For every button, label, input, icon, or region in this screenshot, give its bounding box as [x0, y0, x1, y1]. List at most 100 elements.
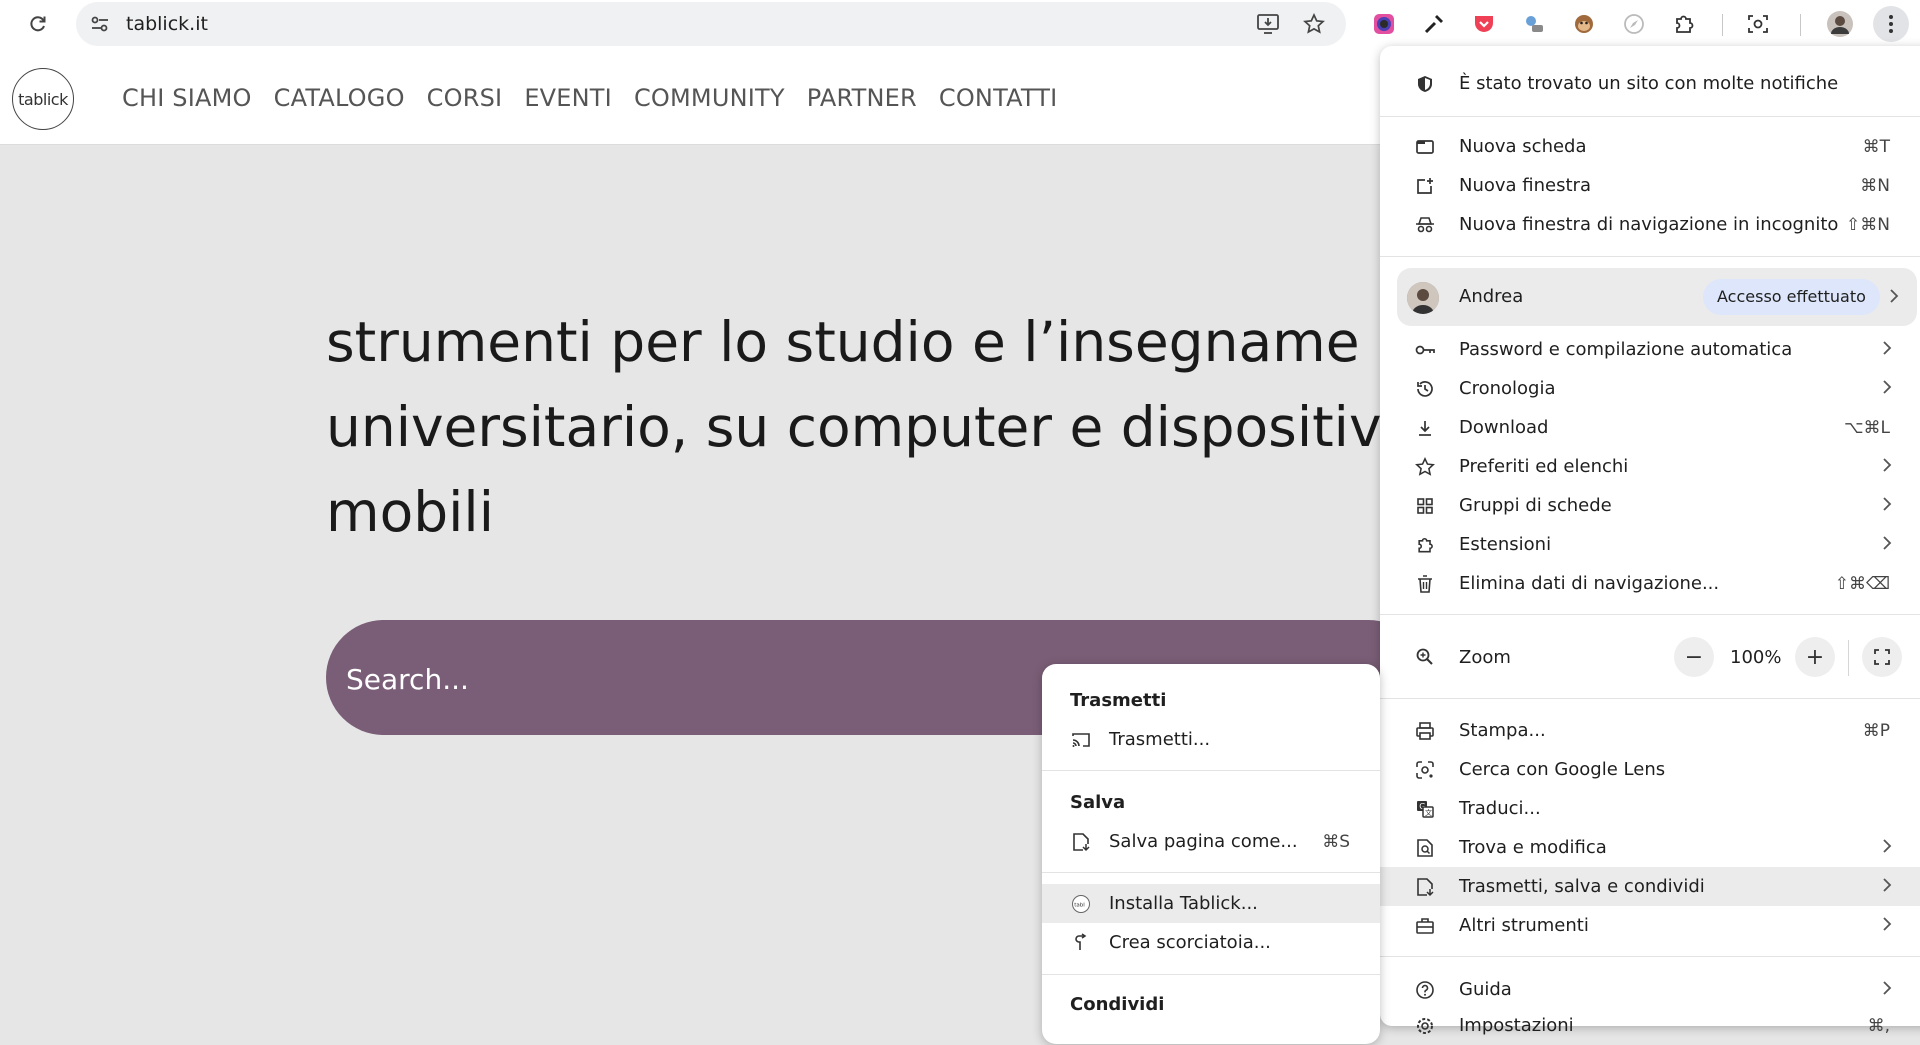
chrome-main-menu: È stato trovato un sito con molte notifi… — [1380, 46, 1920, 1036]
menu-item-extensions[interactable]: Estensioni — [1380, 525, 1920, 564]
url-text[interactable]: tablick.it — [126, 13, 208, 35]
extension-user-icon[interactable] — [1518, 8, 1550, 40]
bookmark-star-icon[interactable] — [1298, 8, 1330, 40]
compass-extension-icon[interactable] — [1618, 8, 1650, 40]
trash-icon — [1414, 573, 1436, 595]
monkey-extension-icon[interactable] — [1568, 8, 1600, 40]
submenu-item-save-page[interactable]: Salva pagina come... ⌘S — [1042, 822, 1380, 861]
menu-item-tab-groups[interactable]: Gruppi di schede — [1380, 486, 1920, 525]
chrome-menu-button[interactable] — [1873, 6, 1909, 42]
menu-item-google-lens[interactable]: Cerca con Google Lens — [1380, 750, 1920, 789]
profile-row[interactable]: Andrea Accesso effettuato — [1397, 268, 1917, 326]
menu-item-label: Guida — [1459, 979, 1512, 1000]
download-icon — [1414, 417, 1436, 439]
submenu-item-cast[interactable]: Trasmetti... — [1042, 720, 1380, 759]
menu-item-settings[interactable]: Impostazioni ⌘, — [1380, 1006, 1920, 1045]
submenu-header-cast: Trasmetti — [1070, 690, 1167, 711]
menu-item-download[interactable]: Download ⌥⌘L — [1380, 408, 1920, 447]
install-app-icon[interactable] — [1252, 8, 1284, 40]
address-bar[interactable]: tablick.it — [76, 2, 1346, 46]
toolbar-separator — [1800, 14, 1801, 36]
menu-separator — [1380, 956, 1920, 957]
nav-catalogo[interactable]: CATALOGO — [274, 84, 405, 112]
svg-text:tabl: tabl — [1074, 903, 1085, 909]
chevron-right-icon — [1882, 496, 1892, 512]
zoom-out-button[interactable]: − — [1674, 637, 1714, 677]
menu-item-label: Preferiti ed elenchi — [1459, 456, 1629, 477]
nav-eventi[interactable]: EVENTI — [524, 84, 612, 112]
menu-item-shortcut: ⇧⌘N — [1846, 214, 1890, 235]
search-input[interactable] — [344, 650, 1048, 708]
new-tab-icon — [1414, 136, 1436, 158]
menu-item-label: Traduci... — [1459, 798, 1541, 819]
profile-avatar-icon[interactable] — [1824, 8, 1856, 40]
menu-item-help[interactable]: Guida — [1380, 970, 1920, 1009]
menu-item-label: Nuova finestra di navigazione in incogni… — [1459, 214, 1839, 235]
submenu-item-install[interactable]: tabl Installa Tablick... — [1042, 884, 1380, 923]
cast-icon — [1070, 729, 1092, 751]
history-icon — [1414, 378, 1436, 400]
menu-item-find-edit[interactable]: Trova e modifica — [1380, 828, 1920, 867]
menu-item-passwords[interactable]: Password e compilazione automatica — [1380, 330, 1920, 369]
lens-icon — [1414, 759, 1436, 781]
submenu-separator — [1042, 974, 1380, 975]
zoom-in-button[interactable]: + — [1795, 637, 1835, 677]
chevron-right-icon — [1882, 340, 1892, 356]
menu-item-shortcut: ⌘, — [1867, 1015, 1890, 1036]
cast-save-share-submenu: Trasmetti Trasmetti... Salva Salva pagin… — [1042, 664, 1380, 1044]
menu-item-shortcut: ⇧⌘⌫ — [1834, 573, 1890, 594]
menu-item-incognito[interactable]: Nuova finestra di navigazione in incogni… — [1380, 205, 1920, 244]
reload-button[interactable] — [20, 6, 56, 42]
zoom-divider — [1848, 640, 1849, 676]
menu-item-label: Estensioni — [1459, 534, 1552, 555]
nav-partner[interactable]: PARTNER — [807, 84, 917, 112]
chevron-right-icon — [1882, 457, 1892, 473]
color-extension-icon[interactable] — [1368, 8, 1400, 40]
submenu-item-shortcut: ⌘S — [1322, 832, 1350, 852]
notice-label: È stato trovato un sito con molte notifi… — [1459, 73, 1839, 94]
zoom-icon — [1414, 646, 1436, 668]
hero-heading: strumenti per lo studio e l’insegname un… — [326, 300, 1382, 555]
chevron-right-icon — [1882, 877, 1892, 893]
nav-community[interactable]: COMMUNITY — [634, 84, 785, 112]
submenu-item-label: Installa Tablick... — [1109, 893, 1258, 914]
submenu-item-label: Salva pagina come... — [1109, 831, 1298, 852]
site-logo[interactable]: tablick — [12, 68, 74, 130]
key-icon — [1414, 339, 1436, 361]
chevron-right-icon — [1882, 838, 1892, 854]
menu-item-print[interactable]: Stampa... ⌘P — [1380, 711, 1920, 750]
svg-text:文: 文 — [1425, 808, 1432, 817]
nav-contatti[interactable]: CONTATTI — [939, 84, 1058, 112]
screenshot-lens-icon[interactable] — [1742, 8, 1774, 40]
menu-item-new-tab[interactable]: Nuova scheda ⌘T — [1380, 127, 1920, 166]
pocket-extension-icon[interactable] — [1468, 8, 1500, 40]
hero-line: universitario, su computer e dispositiv — [326, 395, 1382, 459]
site-info-icon[interactable] — [84, 8, 116, 40]
submenu-item-create-shortcut[interactable]: Crea scorciatoia... — [1042, 923, 1380, 962]
menu-item-new-window[interactable]: Nuova finestra ⌘N — [1380, 166, 1920, 205]
notification-warning-item[interactable]: È stato trovato un sito con molte notifi… — [1380, 64, 1920, 103]
zoom-label: Zoom — [1459, 647, 1511, 668]
nav-corsi[interactable]: CORSI — [427, 84, 503, 112]
menu-item-label: Trova e modifica — [1459, 837, 1607, 858]
toolbar-separator — [1722, 14, 1723, 36]
menu-item-cast-save-share[interactable]: Trasmetti, salva e condividi — [1380, 867, 1920, 906]
zoom-value: 100% — [1730, 647, 1782, 668]
grid-icon — [1414, 495, 1436, 517]
menu-item-more-tools[interactable]: Altri strumenti — [1380, 906, 1920, 945]
menu-item-label: Stampa... — [1459, 720, 1546, 741]
extensions-puzzle-icon[interactable] — [1668, 8, 1700, 40]
menu-item-clear-data[interactable]: Elimina dati di navigazione... ⇧⌘⌫ — [1380, 564, 1920, 603]
submenu-item-label: Trasmetti... — [1109, 729, 1211, 750]
nav-chi-siamo[interactable]: CHI SIAMO — [122, 84, 252, 112]
toolbox-icon — [1414, 915, 1436, 937]
menu-item-bookmarks[interactable]: Preferiti ed elenchi — [1380, 447, 1920, 486]
menu-item-translate[interactable]: G文 Traduci... — [1380, 789, 1920, 828]
fullscreen-button[interactable] — [1862, 637, 1902, 677]
menu-item-label: Cronologia — [1459, 378, 1556, 399]
menu-item-label: Impostazioni — [1459, 1015, 1574, 1036]
chevron-right-icon — [1889, 288, 1899, 304]
browser-toolbar: tablick.it — [0, 0, 1920, 48]
eyedropper-extension-icon[interactable] — [1418, 8, 1450, 40]
menu-item-history[interactable]: Cronologia — [1380, 369, 1920, 408]
